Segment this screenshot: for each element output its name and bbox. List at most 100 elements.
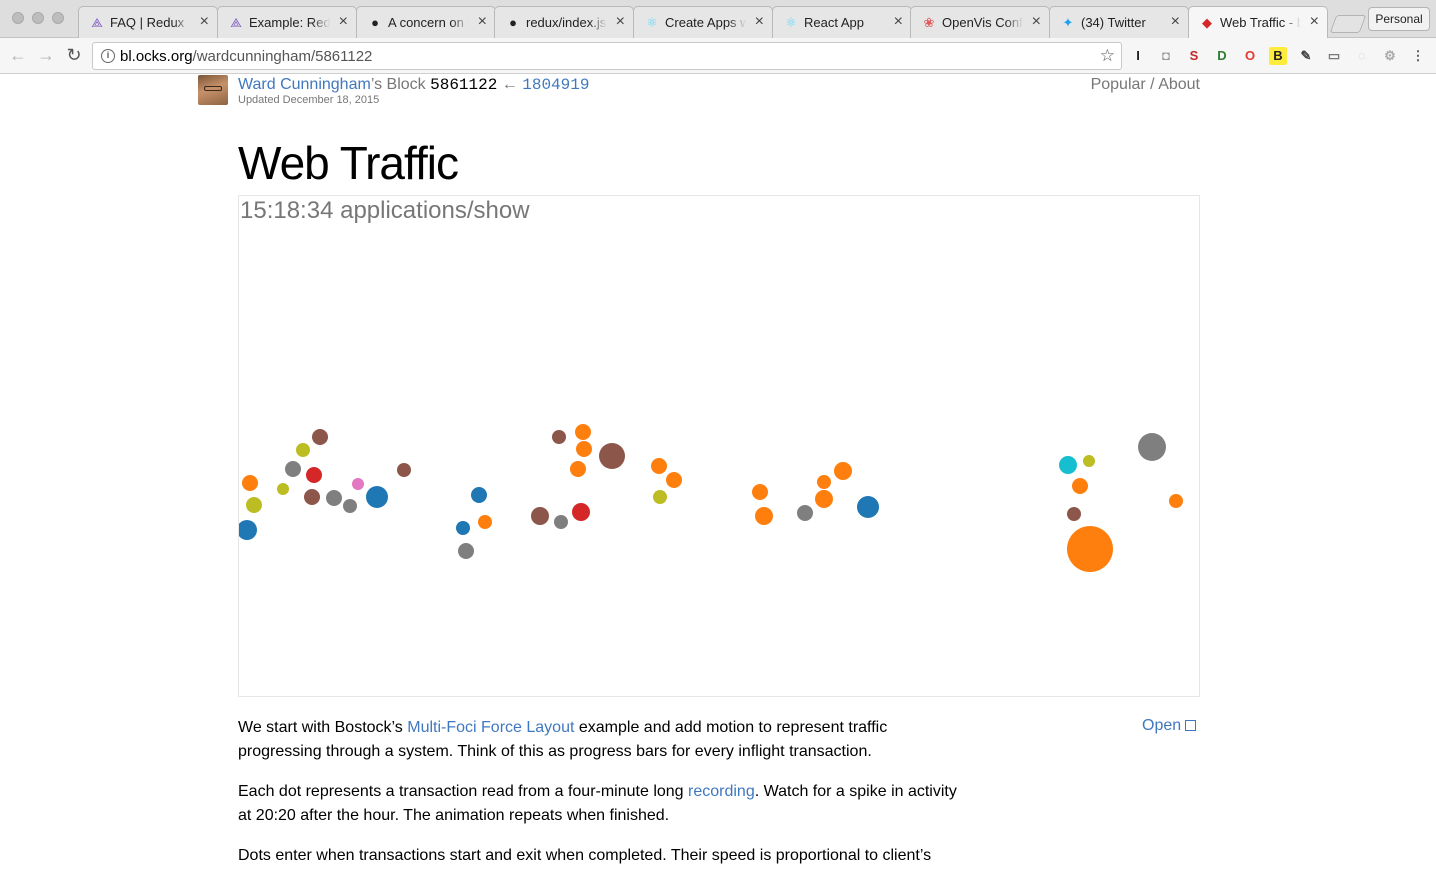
url-host: bl.ocks.org bbox=[120, 48, 193, 65]
tab-close-icon[interactable]: × bbox=[755, 13, 764, 31]
redux-icon: ⟁ bbox=[230, 15, 242, 30]
menu-icon[interactable]: ⋮ bbox=[1409, 47, 1427, 65]
url-text[interactable]: bl.ocks.org/wardcunningham/5861122 bbox=[120, 48, 372, 65]
transaction-dot bbox=[326, 490, 342, 506]
transaction-dot bbox=[815, 490, 833, 508]
forward-icon[interactable]: → bbox=[35, 45, 57, 66]
tab-title: Example: Reddit bbox=[249, 15, 330, 30]
openvis-icon: ❀ bbox=[923, 15, 935, 30]
external-link-icon bbox=[1185, 720, 1197, 731]
description-paragraph-2: Each dot represents a transaction read f… bbox=[238, 780, 958, 828]
transaction-dot bbox=[666, 472, 682, 488]
transaction-dot bbox=[285, 461, 301, 477]
transaction-dot bbox=[752, 484, 768, 500]
new-tab-button[interactable] bbox=[1329, 15, 1367, 33]
window-close-icon[interactable] bbox=[12, 12, 24, 24]
tab-9[interactable]: ◆ Web Traffic - b × bbox=[1188, 6, 1328, 39]
transaction-dot bbox=[478, 515, 492, 529]
tab-close-icon[interactable]: × bbox=[1171, 13, 1180, 31]
s-extension-icon[interactable]: S bbox=[1185, 47, 1203, 65]
tab-6[interactable]: ⚛ React App × bbox=[772, 6, 912, 38]
transaction-dot bbox=[554, 515, 568, 529]
tab-title: A concern on c bbox=[388, 15, 469, 30]
transaction-dot bbox=[651, 458, 667, 474]
description-paragraph-3: Dots enter when transactions start and e… bbox=[238, 847, 932, 864]
nav-popular-link[interactable]: Popular bbox=[1091, 76, 1146, 93]
b-extension-icon[interactable]: B bbox=[1269, 47, 1287, 65]
transaction-dot bbox=[572, 503, 590, 521]
tab-7[interactable]: ❀ OpenVis Conf 2 × bbox=[910, 6, 1050, 38]
transaction-dot bbox=[343, 499, 357, 513]
transaction-dot bbox=[471, 487, 487, 503]
nav-about-link[interactable]: About bbox=[1158, 76, 1200, 93]
tab-1[interactable]: ⟁ FAQ | Redux × bbox=[78, 6, 218, 38]
tab-close-icon[interactable]: × bbox=[1310, 13, 1319, 31]
transaction-dot bbox=[458, 543, 474, 559]
site-info-icon[interactable]: i bbox=[101, 49, 115, 63]
tab-title: Web Traffic - b bbox=[1220, 15, 1301, 30]
green-d-icon[interactable]: D bbox=[1213, 47, 1231, 65]
window-zoom-icon[interactable] bbox=[52, 12, 64, 24]
cast-icon[interactable]: ▭ bbox=[1325, 47, 1343, 65]
tab-close-icon[interactable]: × bbox=[616, 13, 625, 31]
settings-extension-icon[interactable]: ⚙ bbox=[1381, 47, 1399, 65]
transaction-dot bbox=[817, 475, 831, 489]
profile-button[interactable]: Personal bbox=[1368, 7, 1430, 31]
transaction-dot bbox=[1067, 507, 1081, 521]
recording-link[interactable]: recording bbox=[688, 783, 755, 800]
redux-icon: ⟁ bbox=[91, 15, 103, 30]
p1-text-a: We start with Bostock’s bbox=[238, 719, 408, 736]
byline-suffix: ’s Block bbox=[370, 76, 426, 93]
bookmark-star-icon[interactable]: ☆ bbox=[1100, 46, 1115, 66]
back-icon[interactable]: ← bbox=[7, 45, 29, 66]
camera-icon[interactable]: ◘ bbox=[1157, 47, 1175, 65]
tab-3[interactable]: ● A concern on c × bbox=[356, 6, 496, 38]
transaction-dot bbox=[397, 463, 411, 477]
tab-4[interactable]: ● redux/index.js a × bbox=[494, 6, 634, 38]
multi-foci-link[interactable]: Multi-Foci Force Layout bbox=[407, 719, 574, 736]
open-link[interactable]: Open bbox=[1142, 717, 1197, 735]
transaction-dot bbox=[653, 490, 667, 504]
tab-title: FAQ | Redux bbox=[110, 15, 185, 30]
transaction-dot bbox=[239, 520, 257, 540]
instapaper-icon[interactable]: I bbox=[1129, 47, 1147, 65]
tab-title: OpenVis Conf 2 bbox=[942, 15, 1023, 30]
byline: Ward Cunningham’s Block 5861122 ← 180491… bbox=[238, 76, 589, 94]
author-link[interactable]: Ward Cunningham bbox=[238, 76, 371, 93]
tab-title: redux/index.js a bbox=[526, 15, 607, 30]
tab-2[interactable]: ⟁ Example: Reddit × bbox=[217, 6, 357, 38]
disabled-extension-icon[interactable]: ◌ bbox=[1353, 47, 1371, 65]
pin-icon[interactable]: ✎ bbox=[1297, 47, 1315, 65]
react-icon: ⚛ bbox=[646, 15, 658, 30]
transaction-dot bbox=[242, 475, 258, 491]
reload-icon[interactable]: ↻ bbox=[63, 45, 85, 66]
parent-block-link[interactable]: 1804919 bbox=[522, 76, 589, 94]
tab-5[interactable]: ⚛ Create Apps w × bbox=[633, 6, 773, 38]
tab-close-icon[interactable]: × bbox=[1032, 13, 1041, 31]
tab-title: React App bbox=[804, 15, 864, 30]
author-avatar[interactable] bbox=[198, 75, 228, 105]
blocks-icon: ◆ bbox=[1202, 15, 1212, 30]
tab-close-icon[interactable]: × bbox=[894, 13, 903, 31]
window-minimize-icon[interactable] bbox=[32, 12, 44, 24]
react-icon: ⚛ bbox=[785, 15, 797, 30]
twitter-icon: ✦ bbox=[1062, 15, 1074, 30]
transaction-dot bbox=[1067, 526, 1113, 572]
transaction-dot bbox=[306, 467, 322, 483]
transaction-dot bbox=[246, 497, 262, 513]
browser-toolbar: ← → ↻ i bl.ocks.org/wardcunningham/58611… bbox=[0, 38, 1436, 74]
tab-close-icon[interactable]: × bbox=[478, 13, 487, 31]
transaction-dot bbox=[366, 486, 388, 508]
tab-close-icon[interactable]: × bbox=[200, 13, 209, 31]
clock-label: 15:18:34 applications/show bbox=[240, 197, 530, 224]
description-paragraph-1: We start with Bostock’s Multi-Foci Force… bbox=[238, 716, 958, 764]
address-bar[interactable]: i bl.ocks.org/wardcunningham/5861122 ☆ bbox=[92, 42, 1122, 70]
tab-8[interactable]: ✦ (34) Twitter × bbox=[1049, 6, 1189, 38]
transaction-dot bbox=[312, 429, 328, 445]
url-path: /wardcunningham/5861122 bbox=[192, 48, 373, 65]
tab-close-icon[interactable]: × bbox=[339, 13, 348, 31]
opera-icon[interactable]: O bbox=[1241, 47, 1259, 65]
transaction-dot bbox=[599, 443, 625, 469]
transaction-dot bbox=[296, 443, 310, 457]
transaction-dot bbox=[1083, 455, 1095, 467]
